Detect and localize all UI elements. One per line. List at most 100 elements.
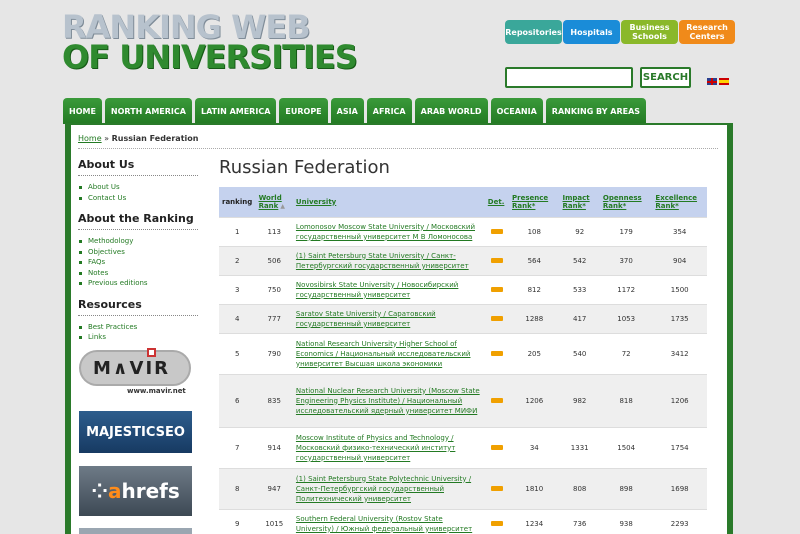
divider bbox=[78, 148, 718, 149]
sidebar-link-previous-editions[interactable]: Previous editions bbox=[78, 278, 198, 289]
ahrefs-banner[interactable]: ⁘ a hrefs bbox=[79, 466, 192, 516]
table-row: 3 750 Novosibirsk State University / Нов… bbox=[219, 274, 707, 304]
english-flag-icon[interactable] bbox=[707, 78, 717, 85]
header-excellence-rank[interactable]: Excellence Rank* bbox=[652, 187, 707, 217]
cell-openness: 1172 bbox=[599, 274, 653, 304]
repositories-link[interactable]: Repositories bbox=[505, 20, 562, 44]
header-world-rank[interactable]: World Rank ▲ bbox=[255, 187, 293, 217]
search-button[interactable]: SEARCH bbox=[640, 67, 691, 88]
details-arrow-icon[interactable] bbox=[490, 485, 503, 491]
spanish-flag-icon[interactable] bbox=[719, 78, 729, 85]
university-link[interactable]: National Research University Higher Scho… bbox=[292, 332, 485, 374]
cell-det bbox=[484, 216, 510, 246]
cell-excellence: 1735 bbox=[652, 303, 707, 333]
university-link[interactable]: National Nuclear Research University (Mo… bbox=[292, 373, 485, 427]
sidebar-heading-about-us: About Us bbox=[78, 158, 135, 171]
header-det-label[interactable]: Det. bbox=[488, 198, 505, 206]
cell-det bbox=[484, 274, 510, 304]
details-arrow-icon[interactable] bbox=[490, 350, 503, 356]
sidebar-link-methodology[interactable]: Methodology bbox=[78, 236, 198, 247]
hospitals-link[interactable]: Hospitals bbox=[563, 20, 620, 44]
header-presence-label[interactable]: Presence Rank* bbox=[512, 194, 548, 210]
table-row: 4 777 Saratov State University / Саратов… bbox=[219, 303, 707, 333]
nav-home[interactable]: HOME bbox=[63, 98, 102, 124]
nav-africa[interactable]: AFRICA bbox=[366, 98, 412, 124]
search-input[interactable] bbox=[505, 67, 633, 88]
university-link[interactable]: (1) Saint Petersburg State Polytechnic U… bbox=[292, 467, 485, 509]
nav-ranking-by-areas[interactable]: RANKING BY AREAS bbox=[545, 98, 647, 124]
mavir-logo-text: M∧VIR bbox=[93, 358, 171, 379]
table-row: 5 790 National Research University Highe… bbox=[219, 332, 707, 374]
university-link[interactable]: Saratov State University / Саратовский г… bbox=[292, 303, 485, 333]
cell-impact: 1331 bbox=[559, 426, 600, 468]
cell-det bbox=[484, 332, 510, 374]
business-schools-link[interactable]: Business Schools bbox=[621, 20, 678, 44]
cell-presence: 34 bbox=[509, 426, 560, 468]
mavir-banner[interactable]: M∧VIR www.mavir.net bbox=[79, 346, 192, 398]
cell-det bbox=[484, 508, 510, 534]
university-link[interactable]: Moscow Institute of Physics and Technolo… bbox=[292, 426, 485, 468]
cell-det bbox=[484, 467, 510, 509]
cell-openness: 898 bbox=[599, 467, 653, 509]
table-row: 7 914 Moscow Institute of Physics and Te… bbox=[219, 426, 707, 468]
cell-presence: 1206 bbox=[509, 373, 560, 427]
research-centers-link[interactable]: Research Centers bbox=[679, 20, 735, 44]
nav-europe[interactable]: EUROPE bbox=[279, 98, 328, 124]
header-det[interactable]: Det. bbox=[484, 187, 510, 217]
details-arrow-icon[interactable] bbox=[490, 444, 503, 450]
sort-arrow-icon: ▲ bbox=[278, 202, 286, 210]
details-arrow-icon[interactable] bbox=[490, 228, 503, 234]
sidebar-link-contact-us[interactable]: Contact Us bbox=[78, 193, 198, 204]
header-openness-label[interactable]: Openness Rank* bbox=[603, 194, 642, 210]
details-arrow-icon[interactable] bbox=[490, 257, 503, 263]
header-excellence-label[interactable]: Excellence Rank* bbox=[655, 194, 697, 210]
university-link[interactable]: (1) Saint Petersburg State University / … bbox=[292, 245, 485, 275]
cell-impact: 540 bbox=[559, 332, 600, 374]
breadcrumb: Home » Russian Federation bbox=[78, 134, 198, 143]
breadcrumb-current: Russian Federation bbox=[111, 134, 199, 143]
university-link[interactable]: Lomonosov Moscow State University / Моск… bbox=[292, 216, 485, 246]
cell-impact: 92 bbox=[559, 216, 600, 246]
details-arrow-icon[interactable] bbox=[490, 397, 503, 403]
header-impact-label[interactable]: Impact Rank* bbox=[563, 194, 590, 210]
cell-openness: 72 bbox=[599, 332, 653, 374]
university-link[interactable]: Novosibirsk State University / Новосибир… bbox=[292, 274, 485, 304]
university-link[interactable]: Southern Federal University (Rostov Stat… bbox=[292, 508, 485, 534]
sidebar-heading-resources: Resources bbox=[78, 297, 142, 311]
sidebar-link-links[interactable]: Links bbox=[78, 332, 198, 343]
nav-asia[interactable]: ASIA bbox=[330, 98, 364, 124]
header-openness-rank[interactable]: Openness Rank* bbox=[599, 187, 653, 217]
details-arrow-icon[interactable] bbox=[490, 520, 503, 526]
cell-excellence: 904 bbox=[652, 245, 707, 275]
nav-latin-america[interactable]: LATIN AMERICA bbox=[194, 98, 277, 124]
majesticseo-banner[interactable]: MAJESTICSEO bbox=[79, 411, 192, 453]
sidebar-link-objectives[interactable]: Objectives bbox=[78, 247, 198, 258]
details-arrow-icon[interactable] bbox=[490, 315, 503, 321]
cell-ranking: 8 bbox=[219, 467, 256, 509]
cell-openness: 179 bbox=[599, 216, 653, 246]
header-impact-rank[interactable]: Impact Rank* bbox=[559, 187, 600, 217]
breadcrumb-home-link[interactable]: Home bbox=[78, 134, 102, 143]
cell-excellence: 1698 bbox=[652, 467, 707, 509]
sidebar-link-faqs[interactable]: FAQs bbox=[78, 257, 198, 268]
cell-world-rank: 835 bbox=[255, 373, 293, 427]
cell-ranking: 9 bbox=[219, 508, 256, 534]
sidebar-link-best-practices[interactable]: Best Practices bbox=[78, 322, 198, 333]
cell-ranking: 6 bbox=[219, 373, 256, 427]
cell-impact: 736 bbox=[559, 508, 600, 534]
header-presence-rank[interactable]: Presence Rank* bbox=[509, 187, 560, 217]
breadcrumb-separator: » bbox=[104, 134, 110, 143]
details-arrow-icon[interactable] bbox=[490, 286, 503, 292]
cell-openness: 370 bbox=[599, 245, 653, 275]
table-header-row: ranking World Rank ▲ University Det. Pre… bbox=[219, 187, 707, 217]
header-university[interactable]: University bbox=[292, 187, 485, 217]
sidebar-link-about-us[interactable]: About Us bbox=[78, 182, 198, 193]
sidebar-link-notes[interactable]: Notes bbox=[78, 268, 198, 279]
site-logo[interactable]: RANKING WEB OF UNIVERSITIES bbox=[62, 11, 358, 73]
cell-excellence: 3412 bbox=[652, 332, 707, 374]
nav-arab-world[interactable]: ARAB WORLD bbox=[414, 98, 488, 124]
partner-banner[interactable] bbox=[79, 528, 192, 534]
nav-oceania[interactable]: OCEANIA bbox=[490, 98, 543, 124]
header-university-label[interactable]: University bbox=[296, 198, 336, 206]
nav-north-america[interactable]: NORTH AMERICA bbox=[104, 98, 192, 124]
